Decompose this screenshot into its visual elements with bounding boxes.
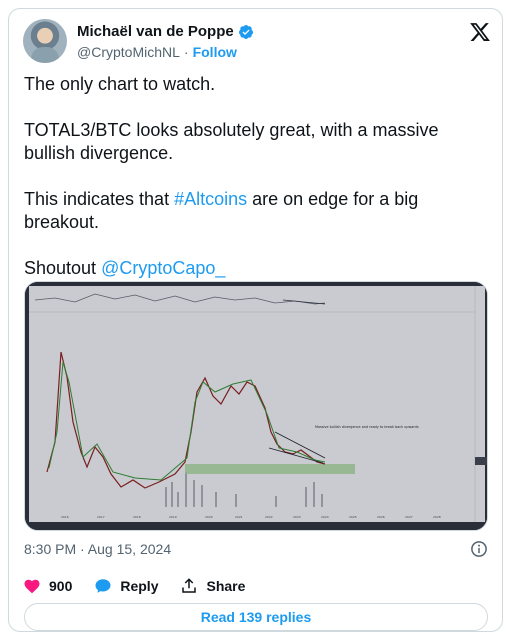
- x-tick: 2022: [265, 515, 273, 519]
- reply-button[interactable]: Reply: [94, 577, 158, 595]
- x-tick: 2027: [405, 515, 413, 519]
- verified-badge-icon: [238, 24, 253, 39]
- author-name[interactable]: Michaël van de Poppe: [77, 23, 234, 40]
- mention-link[interactable]: @CryptoCapo_: [101, 258, 225, 278]
- text-segment: Shoutout: [24, 258, 102, 278]
- x-tick: 2021: [235, 515, 243, 519]
- tweet-paragraph-3: This indicates that #Altcoins are on edg…: [24, 188, 494, 234]
- chart-annotation: Massive bullish divergence and ready to …: [315, 425, 419, 429]
- tweet-paragraph-1: The only chart to watch.: [24, 74, 216, 94]
- reply-bubble-icon: [95, 579, 111, 593]
- like-count: 900: [49, 578, 73, 594]
- info-icon[interactable]: [470, 540, 488, 558]
- like-button[interactable]: 900: [23, 577, 72, 595]
- x-tick: 2024: [321, 515, 329, 519]
- chart-image[interactable]: Massive bullish divergence and ready to …: [24, 281, 488, 531]
- chart-image-graphic: Massive bullish divergence and ready to …: [25, 282, 487, 530]
- x-tick: 2025: [349, 515, 357, 519]
- share-button[interactable]: Share: [180, 577, 245, 595]
- share-icon: [182, 578, 197, 593]
- x-tick: 2016: [61, 515, 69, 519]
- tweet-card: Michaël van de Poppe @CryptoMichNL · Fol…: [8, 8, 503, 632]
- x-tick: 2023: [293, 515, 301, 519]
- x-tick: 2018: [133, 515, 141, 519]
- separator-dot: ·: [183, 44, 189, 60]
- tweet-paragraph-4: Shoutout @CryptoCapo_: [24, 257, 494, 280]
- x-tick: 2020: [205, 515, 213, 519]
- x-tick: 2026: [377, 515, 385, 519]
- tweet-header: Michaël van de Poppe @CryptoMichNL · Fol…: [23, 19, 491, 65]
- heart-icon: [24, 579, 40, 594]
- text-segment: This indicates that: [24, 189, 175, 209]
- handle-row: @CryptoMichNL · Follow: [77, 44, 237, 60]
- hashtag-link[interactable]: #Altcoins: [174, 189, 247, 209]
- author-name-row: Michaël van de Poppe: [77, 23, 254, 40]
- follow-button[interactable]: Follow: [193, 44, 237, 60]
- action-bar: 900 Reply Share: [23, 577, 267, 595]
- tweet-text: The only chart to watch. TOTAL3/BTC look…: [24, 73, 494, 303]
- read-replies-button[interactable]: Read 139 replies: [24, 603, 488, 631]
- share-label: Share: [206, 578, 246, 594]
- x-logo-icon[interactable]: [469, 21, 491, 43]
- x-tick: 2028: [433, 515, 441, 519]
- x-tick: 2019: [169, 515, 177, 519]
- reply-label: Reply: [120, 578, 159, 594]
- author-handle[interactable]: @CryptoMichNL: [77, 44, 180, 60]
- avatar[interactable]: [23, 19, 67, 63]
- tweet-timestamp[interactable]: 8:30 PM · Aug 15, 2024: [24, 541, 171, 557]
- x-tick: 2017: [97, 515, 105, 519]
- tweet-paragraph-2: TOTAL3/BTC looks absolutely great, with …: [24, 120, 439, 163]
